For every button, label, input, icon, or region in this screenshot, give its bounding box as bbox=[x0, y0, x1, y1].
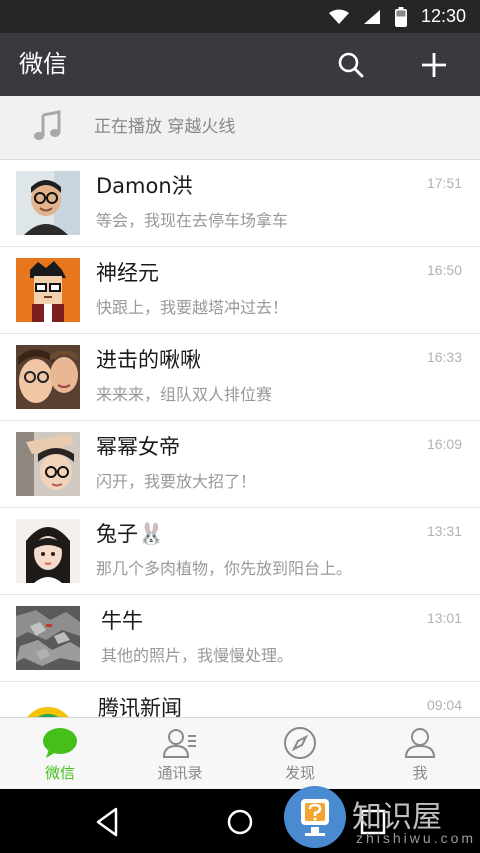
tab-label: 通讯录 bbox=[157, 764, 203, 782]
tab-label: 发现 bbox=[284, 764, 315, 782]
now-playing-banner[interactable]: 正在播放 穿越火线 bbox=[0, 96, 480, 160]
chat-row-mimi[interactable]: 幂幂女帝 16:09 闪开，我要放大招了！ bbox=[0, 421, 480, 508]
battery-icon bbox=[394, 6, 407, 27]
back-icon[interactable] bbox=[90, 805, 124, 839]
chat-last-message: 快跟上，我要越塔冲过去！ bbox=[96, 298, 289, 317]
avatar bbox=[16, 606, 80, 670]
search-icon bbox=[338, 52, 364, 78]
chat-row-damon[interactable]: Damon洪 17:51 等会，我现在去停车场拿车 bbox=[0, 160, 480, 247]
chat-bubble-icon bbox=[42, 726, 78, 760]
chat-row-neuron[interactable]: 神经元 16:50 快跟上，我要越塔冲过去！ bbox=[0, 247, 480, 334]
chat-row-jiujiu[interactable]: 进击的啾啾 16:33 来来来，组队双人排位赛 bbox=[0, 334, 480, 421]
now-playing-text: 正在播放 穿越火线 bbox=[94, 117, 236, 137]
avatar bbox=[16, 519, 80, 583]
search-button[interactable] bbox=[333, 47, 369, 83]
chat-name: 进击的啾啾 bbox=[96, 348, 201, 372]
chat-last-message: 闪开，我要放大招了！ bbox=[96, 472, 257, 491]
tab-contacts[interactable]: 通讯录 bbox=[120, 718, 240, 790]
tab-label: 微信 bbox=[44, 764, 75, 782]
chat-time: 13:01 bbox=[426, 610, 462, 626]
chat-name: 神经元 bbox=[96, 261, 159, 285]
status-bar: 12:30 bbox=[0, 0, 480, 33]
chat-name: Damon洪 bbox=[96, 174, 193, 198]
chat-name: 牛牛 bbox=[101, 609, 143, 633]
chat-row-niuniu[interactable]: 牛牛 13:01 其他的照片，我慢慢处理。 bbox=[0, 595, 480, 682]
chat-last-message: 其他的照片，我慢慢处理。 bbox=[101, 646, 294, 665]
chat-last-message: 来来来，组队双人排位赛 bbox=[96, 385, 273, 404]
chat-name: 兔子🐰 bbox=[96, 522, 165, 546]
signal-icon bbox=[363, 9, 380, 24]
bottom-tab-bar: 微信 通讯录 发现 我 bbox=[0, 717, 480, 790]
chat-last-message: 那几个多肉植物，你先放到阳台上。 bbox=[96, 559, 353, 578]
chat-name: 幂幂女帝 bbox=[96, 435, 180, 459]
chat-row-rabbit[interactable]: 兔子🐰 13:31 那几个多肉植物，你先放到阳台上。 bbox=[0, 508, 480, 595]
tab-chats[interactable]: 微信 bbox=[0, 718, 120, 790]
plus-icon bbox=[422, 53, 446, 77]
add-button[interactable] bbox=[416, 47, 452, 83]
compass-icon bbox=[282, 726, 318, 760]
wifi-icon bbox=[328, 9, 349, 24]
tab-label: 我 bbox=[412, 764, 428, 782]
chat-name: 腾讯新闻 bbox=[98, 696, 182, 717]
watermark-logo bbox=[284, 786, 346, 848]
watermark-subtext: zhishiwu.com bbox=[356, 830, 477, 846]
clock-time: 12:30 bbox=[420, 6, 466, 26]
chat-time: 16:50 bbox=[426, 262, 462, 278]
chat-time: 16:33 bbox=[426, 349, 462, 365]
avatar bbox=[16, 345, 80, 409]
chat-time: 17:51 bbox=[426, 175, 462, 191]
chat-time: 09:04 bbox=[426, 697, 462, 713]
avatar bbox=[16, 258, 80, 322]
app-bar: 微信 bbox=[0, 33, 480, 96]
avatar bbox=[16, 171, 80, 235]
avatar bbox=[16, 432, 80, 496]
music-note-icon bbox=[34, 110, 61, 140]
person-icon bbox=[402, 726, 438, 760]
chat-row-tencent-news[interactable]: 腾讯新闻 09:04 bbox=[0, 682, 480, 717]
chat-time: 16:09 bbox=[426, 436, 462, 452]
chat-list: Damon洪 17:51 等会，我现在去停车场拿车 神经元 16:50 快跟上，… bbox=[0, 160, 480, 717]
chat-last-message: 等会，我现在去停车场拿车 bbox=[96, 211, 289, 230]
tab-me[interactable]: 我 bbox=[360, 718, 480, 790]
chat-time: 13:31 bbox=[426, 523, 462, 539]
contacts-icon bbox=[162, 726, 198, 760]
app-title: 微信 bbox=[19, 50, 67, 78]
avatar bbox=[16, 693, 80, 717]
home-icon[interactable] bbox=[223, 805, 257, 839]
tab-discover[interactable]: 发现 bbox=[240, 718, 360, 790]
